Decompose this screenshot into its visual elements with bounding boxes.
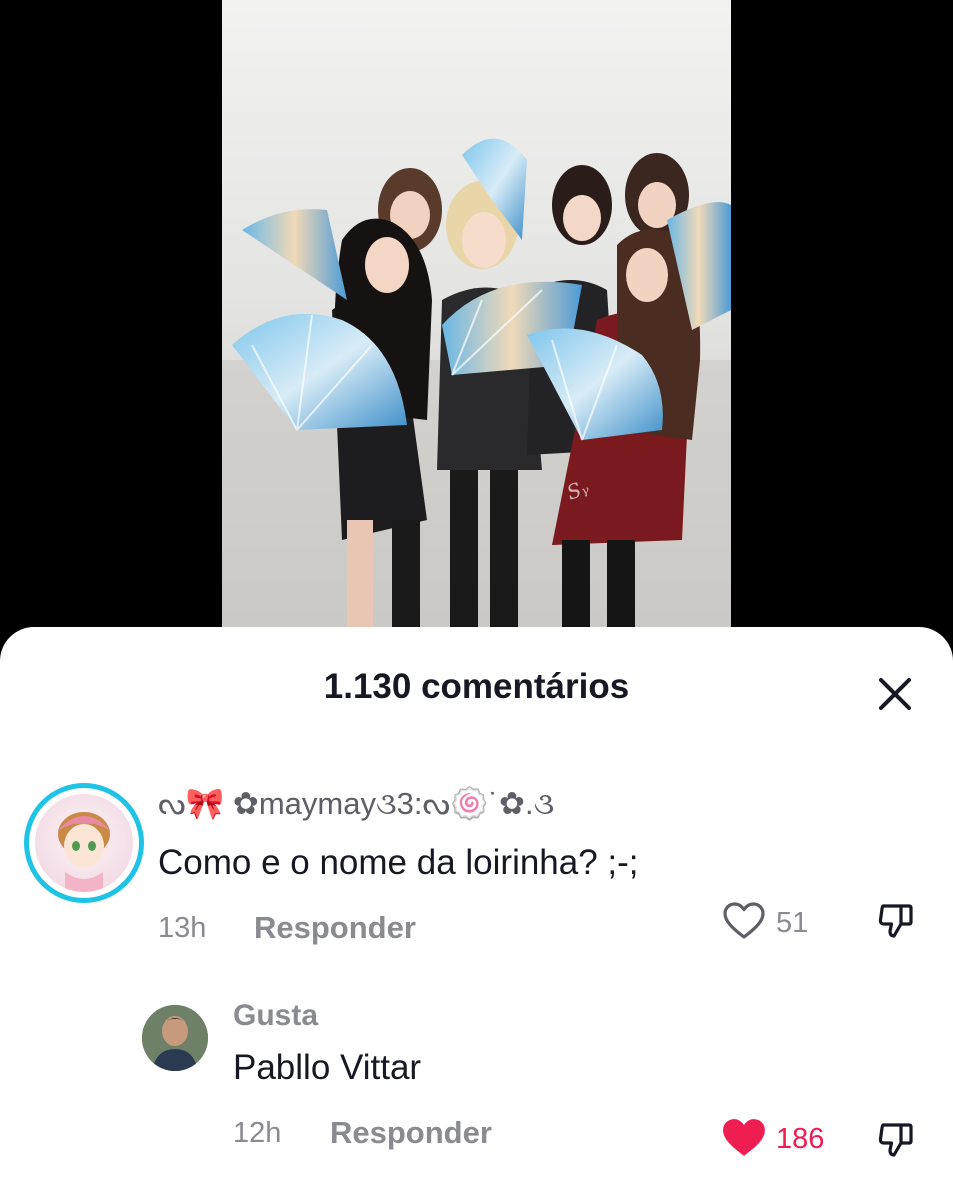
like-count: 186 <box>776 1123 825 1155</box>
avatar-illustration <box>58 812 110 892</box>
comment-timestamp: 13h <box>158 912 207 944</box>
thumbs-down-icon[interactable] <box>876 900 916 940</box>
avatar[interactable] <box>24 783 144 903</box>
group-photo: Sᵧ <box>222 0 731 650</box>
avatar[interactable] <box>142 1005 208 1071</box>
avatar-photo <box>142 1005 208 1071</box>
close-icon <box>879 678 911 710</box>
reply-button[interactable]: Responder <box>254 910 416 946</box>
screen: Sᵧ 1.130 comentários ᔓ🎀 ✿maymay૩3:ᔓ🍥˙✿.૩… <box>0 0 953 1200</box>
comment-text: Como e o nome da loirinha? ;-; <box>158 843 639 882</box>
comment-timestamp: 12h <box>233 1117 282 1149</box>
comments-sheet: 1.130 comentários ᔓ🎀 ✿maymay૩3:ᔓ🍥˙✿.૩ Co… <box>0 627 953 1200</box>
heart-icon[interactable] <box>722 901 766 941</box>
comments-count-title: 1.130 comentários <box>323 667 630 706</box>
heart-icon[interactable] <box>721 1117 767 1159</box>
thumbs-down-icon[interactable] <box>876 1119 916 1159</box>
comment-username[interactable]: ᔓ🎀 ✿maymay૩3:ᔓ🍥˙✿.૩ <box>158 785 554 823</box>
video-player[interactable]: Sᵧ <box>222 0 731 650</box>
close-button[interactable] <box>872 671 918 717</box>
like-count: 51 <box>776 907 809 939</box>
comment-text: Pabllo Vittar <box>233 1048 422 1087</box>
comment-username[interactable]: Gusta <box>233 999 318 1033</box>
reply-button[interactable]: Responder <box>330 1115 492 1151</box>
